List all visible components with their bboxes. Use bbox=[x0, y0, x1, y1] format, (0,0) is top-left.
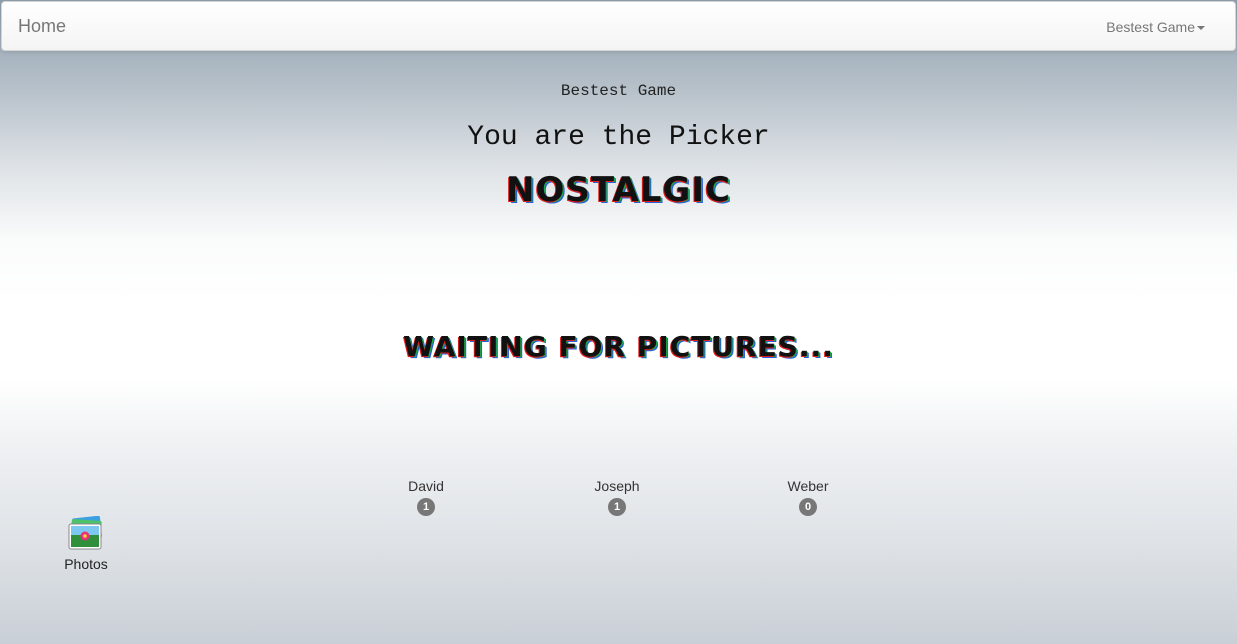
caret-down-icon bbox=[1197, 26, 1205, 31]
status-message: WAITING FOR PICTURES... bbox=[403, 330, 834, 363]
role-heading: You are the Picker bbox=[467, 122, 770, 153]
player-card: Joseph 1 bbox=[567, 478, 667, 516]
player-name: Joseph bbox=[594, 478, 640, 494]
game-dropdown-toggle[interactable]: Bestest Game bbox=[1106, 19, 1205, 35]
home-link[interactable]: Home bbox=[18, 16, 66, 37]
score-badge: 0 bbox=[799, 498, 817, 516]
game-dropdown-label: Bestest Game bbox=[1106, 19, 1195, 35]
game-name-heading: Bestest Game bbox=[560, 82, 677, 100]
player-name: Weber bbox=[787, 478, 829, 494]
player-card: Weber 0 bbox=[758, 478, 858, 516]
player-name: David bbox=[408, 478, 444, 494]
score-badge: 1 bbox=[608, 498, 626, 516]
top-navbar: Home Bestest Game bbox=[1, 1, 1236, 51]
photos-desktop-shortcut[interactable]: Photos bbox=[58, 516, 114, 572]
photos-app-icon bbox=[68, 516, 102, 550]
prompt-word: NOSTALGIC bbox=[506, 170, 731, 210]
desktop-icon-label: Photos bbox=[64, 556, 108, 572]
player-card: David 1 bbox=[376, 478, 476, 516]
score-badge: 1 bbox=[417, 498, 435, 516]
